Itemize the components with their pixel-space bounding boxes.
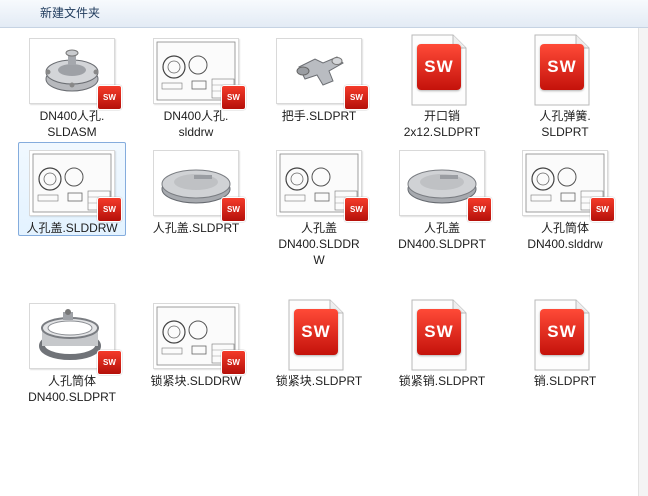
solidworks-badge-icon: SW bbox=[221, 197, 246, 222]
file-name-line: 2x12.SLDPRT bbox=[403, 125, 481, 139]
file-name-label: 人孔盖.SLDPRT bbox=[142, 220, 250, 236]
file-name-line: 人孔筒体 bbox=[540, 221, 589, 235]
file-name-label: 把手.SLDPRT bbox=[265, 108, 373, 124]
file-name-label: DN400人孔. SLDASM bbox=[18, 108, 126, 140]
vertical-scrollbar[interactable] bbox=[638, 28, 648, 496]
solidworks-document-icon: SW bbox=[534, 34, 590, 106]
file-name-line: SLDPRT bbox=[541, 125, 589, 139]
file-name-line: DN400人孔. bbox=[39, 109, 105, 123]
file-name-line: DN400.SLDPRT bbox=[398, 237, 486, 251]
file-name-line: 锁紧块.SLDPRT bbox=[275, 374, 363, 388]
solidworks-document-icon: SW bbox=[411, 299, 467, 371]
file-name-line: DN400.slddrw bbox=[527, 237, 603, 251]
file-name-label: 销.SLDPRT bbox=[511, 373, 619, 389]
file-name-line: 销.SLDPRT bbox=[533, 374, 597, 388]
solidworks-badge-icon: SW bbox=[590, 197, 615, 222]
file-name-label: 人孔筒体 DN400.slddrw bbox=[511, 220, 619, 252]
toolbar: 新建文件夹 bbox=[0, 0, 648, 28]
file-name-label: 人孔盖 DN400.SLDPRT bbox=[388, 220, 496, 252]
file-name-line: 人孔筒体 bbox=[47, 374, 96, 388]
file-name-line: 人孔盖.SLDPRT bbox=[152, 221, 240, 235]
solidworks-badge-icon: SW bbox=[97, 197, 122, 222]
solidworks-badge-icon: SW bbox=[97, 350, 122, 375]
file-name-label: 开口销 2x12.SLDPRT bbox=[388, 108, 496, 140]
file-name-label: 人孔弹簧. SLDPRT bbox=[511, 108, 619, 140]
solidworks-logo-icon: SW bbox=[540, 44, 584, 90]
file-name-line: 把手.SLDPRT bbox=[281, 109, 357, 123]
file-name-line: 人孔盖.SLDDRW bbox=[26, 221, 118, 235]
solidworks-logo-icon: SW bbox=[294, 309, 338, 355]
solidworks-document-icon: SW bbox=[288, 299, 344, 371]
file-name-line: 开口销 bbox=[423, 109, 460, 123]
solidworks-badge-icon: SW bbox=[97, 85, 122, 110]
file-name-label: 锁紧块.SLDDRW bbox=[142, 373, 250, 389]
file-name-label: 锁紧块.SLDPRT bbox=[265, 373, 373, 389]
solidworks-badge-icon: SW bbox=[221, 350, 246, 375]
solidworks-logo-icon: SW bbox=[417, 309, 461, 355]
solidworks-document-icon: SW bbox=[411, 34, 467, 106]
file-name-line: SLDASM bbox=[47, 125, 97, 139]
file-name-label: 人孔盖 DN400.SLDDR W bbox=[265, 220, 373, 268]
file-name-label: 人孔盖.SLDDRW bbox=[18, 220, 126, 236]
file-name-label: 人孔筒体 DN400.SLDPRT bbox=[18, 373, 126, 405]
file-name-line: 人孔盖 bbox=[423, 221, 460, 235]
file-name-line: 锁紧销.SLDPRT bbox=[398, 374, 486, 388]
file-name-line: 人孔盖 bbox=[300, 221, 337, 235]
file-name-line: 锁紧块.SLDDRW bbox=[150, 374, 242, 388]
new-folder-button[interactable]: 新建文件夹 bbox=[32, 0, 108, 27]
solidworks-badge-icon: SW bbox=[221, 85, 246, 110]
file-name-line: DN400.SLDDR bbox=[278, 237, 360, 251]
file-name-label: 锁紧销.SLDPRT bbox=[388, 373, 496, 389]
file-name-line: slddrw bbox=[178, 125, 214, 139]
file-name-line: 人孔弹簧. bbox=[539, 109, 591, 123]
solidworks-document-icon: SW bbox=[534, 299, 590, 371]
file-name-label: DN400人孔. slddrw bbox=[142, 108, 250, 140]
file-name-line: DN400.SLDPRT bbox=[28, 390, 116, 404]
solidworks-badge-icon: SW bbox=[344, 197, 369, 222]
file-name-line: DN400人孔. bbox=[163, 109, 229, 123]
solidworks-logo-icon: SW bbox=[540, 309, 584, 355]
solidworks-badge-icon: SW bbox=[467, 197, 492, 222]
solidworks-logo-icon: SW bbox=[417, 44, 461, 90]
file-grid: SW DN400人孔. SLDASM SW DN400人孔. slddrw SW 把手.SLD… bbox=[0, 28, 638, 496]
solidworks-badge-icon: SW bbox=[344, 85, 369, 110]
file-name-line: W bbox=[313, 253, 325, 267]
